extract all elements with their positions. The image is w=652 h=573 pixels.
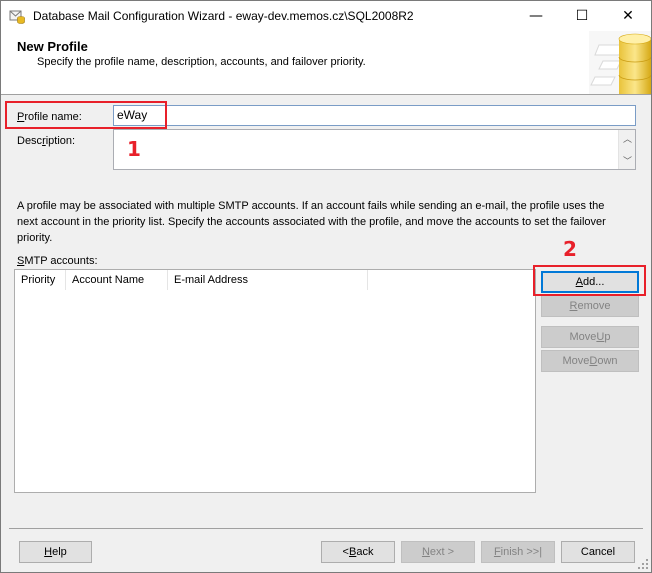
smtp-accounts-list[interactable]: Priority Account Name E-mail Address [14,269,536,493]
page-subtitle: Specify the profile name, description, a… [37,56,366,68]
database-mail-banner-icon [589,31,651,94]
window-title: Database Mail Configuration Wizard - ewa… [33,9,414,23]
annotation-marker-2: 2 [563,237,577,261]
next-button[interactable]: Next > [401,541,475,563]
column-header-account-name[interactable]: Account Name [66,270,168,290]
description-scrollbar[interactable]: ︿ ﹀ [618,130,635,169]
description-input[interactable]: ︿ ﹀ [113,129,636,170]
wizard-window: Database Mail Configuration Wizard - ewa… [0,0,652,573]
help-button[interactable]: Help [19,541,92,563]
close-icon: ✕ [622,8,634,24]
profile-name-input[interactable]: eWay [113,105,636,126]
resize-grip-icon[interactable] [637,558,649,570]
footer-separator [9,528,643,529]
scroll-up-icon[interactable]: ︿ [623,132,632,145]
finish-button[interactable]: Finish >>| [481,541,555,563]
minimize-icon: — [529,8,543,24]
page-title: New Profile [17,39,88,54]
description-label: Description: [17,135,76,147]
remove-account-button[interactable]: Remove [541,295,639,317]
close-button[interactable]: ✕ [605,1,651,31]
cancel-button[interactable]: Cancel [561,541,635,563]
database-mail-app-icon [9,10,25,24]
scroll-down-icon[interactable]: ﹀ [623,154,632,167]
annotation-marker-1: 1 [127,137,141,161]
back-button[interactable]: < Back [321,541,395,563]
smtp-accounts-label: SMTP accounts: [17,255,98,267]
maximize-icon: ☐ [575,8,589,24]
title-bar: Database Mail Configuration Wizard - ewa… [1,1,651,31]
column-header-priority[interactable]: Priority [15,270,66,290]
wizard-header: New Profile Specify the profile name, de… [1,31,651,95]
move-up-button[interactable]: Move Up [541,326,639,348]
column-header-email-address[interactable]: E-mail Address [168,270,368,290]
annotation-box-add-button [533,265,646,296]
move-down-button[interactable]: Move Down [541,350,639,372]
info-text: A profile may be associated with multipl… [17,200,606,244]
maximize-button[interactable]: ☐ [559,1,605,31]
annotation-box-profile-name [5,101,167,129]
minimize-button[interactable]: — [513,1,559,31]
